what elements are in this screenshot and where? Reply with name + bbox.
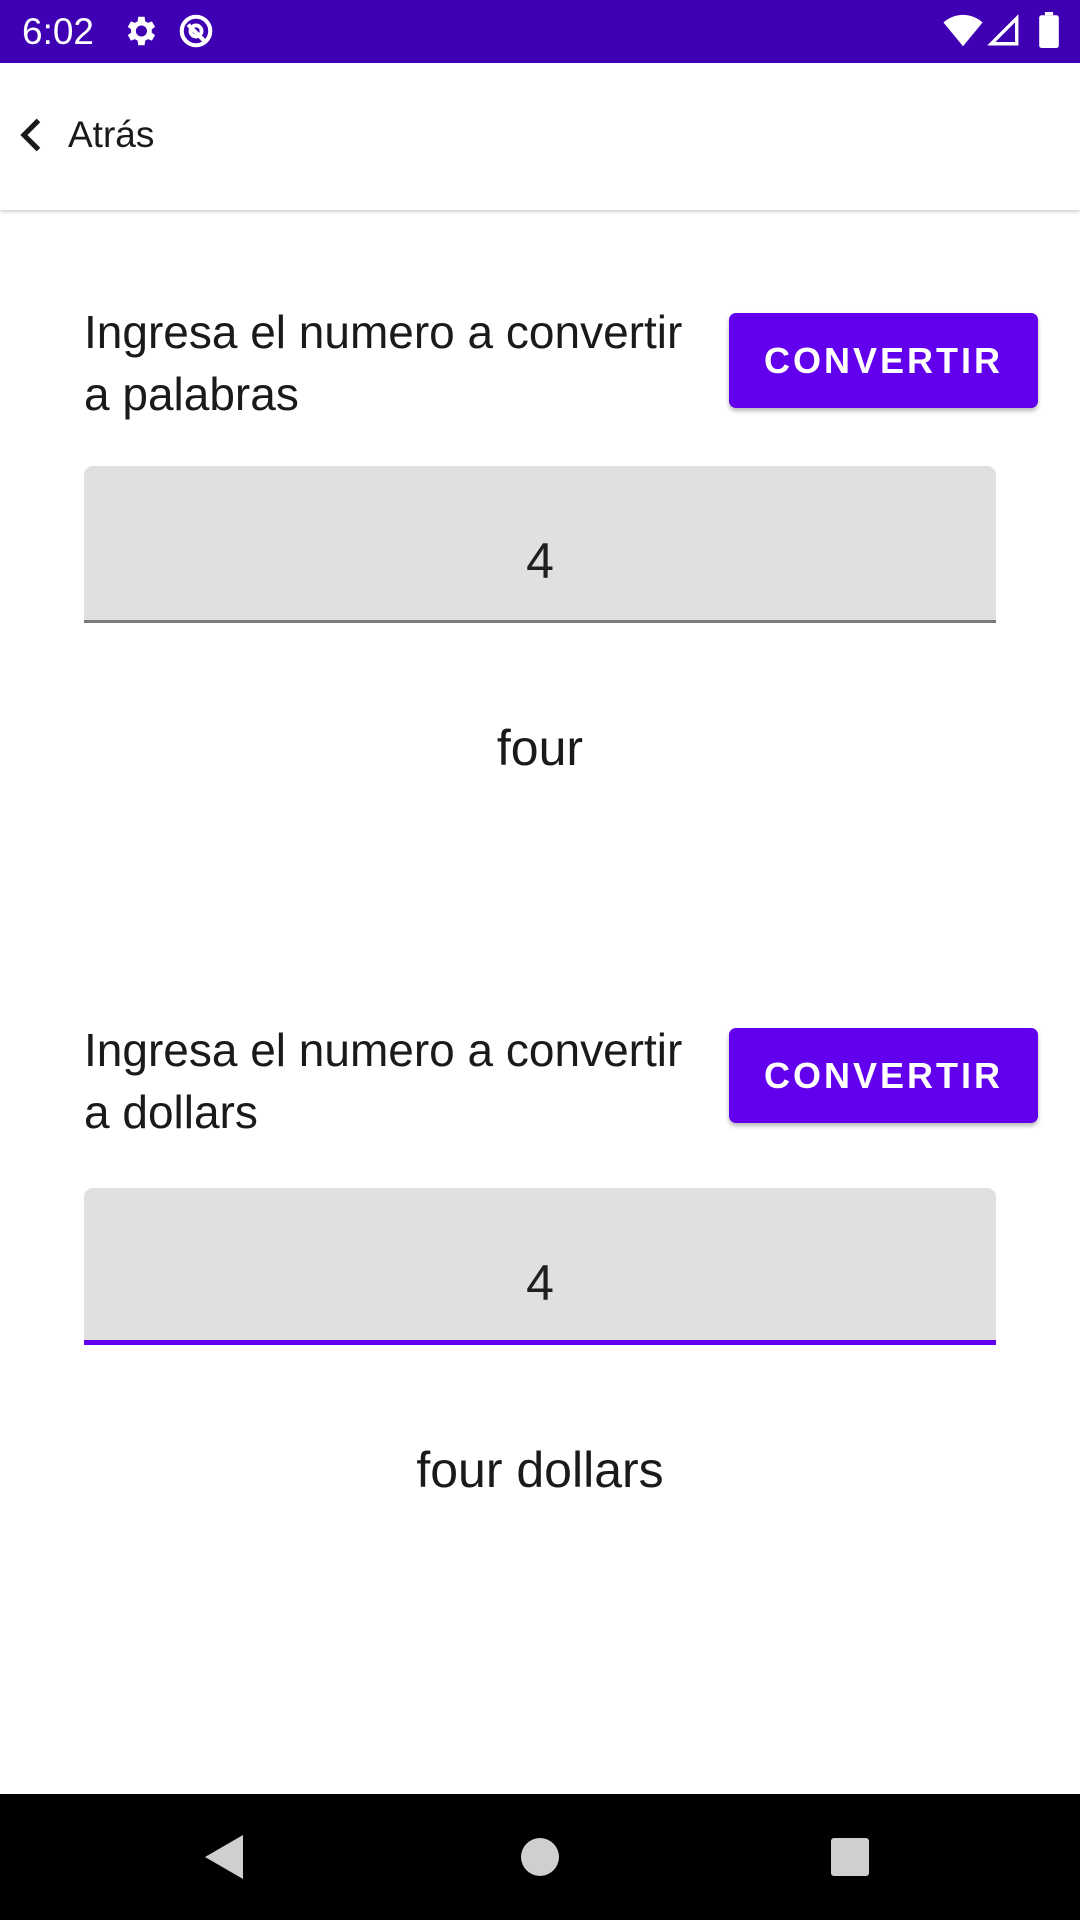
dollars-input-value[interactable]: 4 (84, 1253, 996, 1313)
back-button[interactable]: Atrás (14, 107, 154, 163)
words-result: four (496, 720, 584, 776)
convert-words-button[interactable]: CONVERTIR (729, 313, 1038, 408)
battery-icon (1039, 12, 1059, 48)
words-input-value[interactable]: 4 (84, 531, 996, 591)
navigation-bar (0, 1794, 1080, 1920)
home-circle-icon[interactable] (510, 1827, 570, 1887)
dollars-result: four dollars (416, 1442, 664, 1498)
wifi-icon (943, 14, 983, 47)
chevron-left-icon (20, 118, 41, 152)
words-number-input[interactable]: 4 (84, 466, 996, 623)
dollars-prompt: Ingresa el numero a convertir a dollars (84, 1024, 683, 1138)
back-label: Atrás (68, 114, 155, 155)
vpn-icon (179, 14, 213, 48)
recents-square-icon[interactable] (820, 1827, 880, 1887)
top-app-bar: Atrás (0, 63, 1080, 210)
gear-icon (127, 16, 156, 46)
dollars-number-input[interactable]: 4 (84, 1188, 996, 1345)
status-time: 6:02 (22, 11, 95, 52)
back-triangle-icon[interactable] (195, 1827, 255, 1887)
convert-dollars-button[interactable]: CONVERTIR (729, 1028, 1038, 1123)
status-bar: 6:02 (0, 0, 1080, 63)
words-prompt: Ingresa el numero a convertir a palabras (84, 306, 683, 420)
signal-icon (987, 14, 1019, 46)
